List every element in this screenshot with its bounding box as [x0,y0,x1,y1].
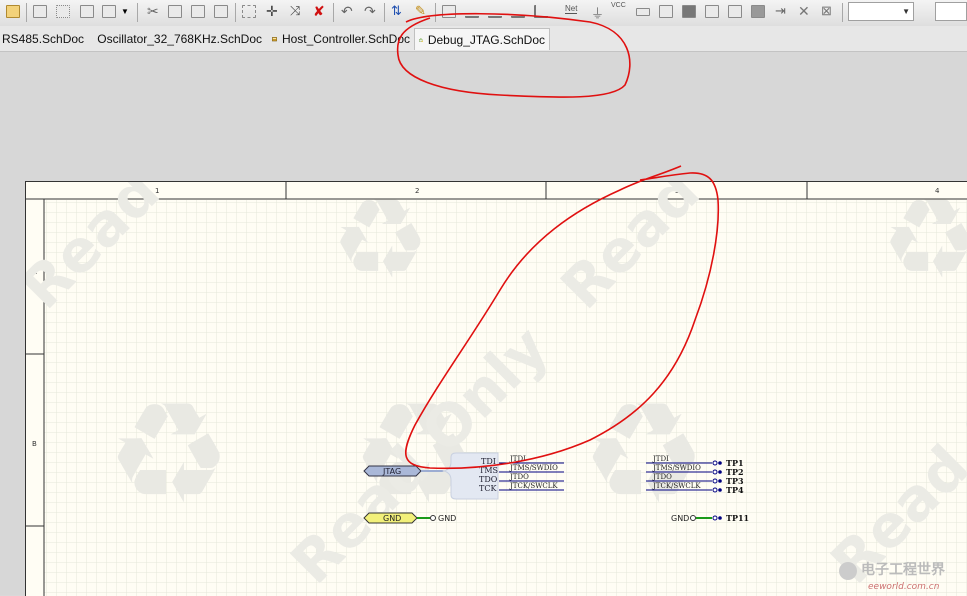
recycle-icon: ♻ [331,182,430,303]
zoom-select-icon[interactable] [78,3,96,20]
net-label: JTDO [509,473,529,481]
schematic-doc-icon [272,33,277,45]
testpoint-dot-icon [718,488,722,492]
paste-array-icon[interactable] [212,3,230,20]
net-label: JTCK/SWCLK [509,482,558,490]
toolbar-separator [333,3,334,22]
harness-pin: TDI [481,457,496,466]
toolbar-separator [235,3,236,22]
net-label: JTMS/SWDIO [652,464,701,472]
testpoint-pad-icon[interactable] [713,516,717,520]
testpoint-dot-icon [718,461,722,465]
net-label: JTDI [509,455,526,463]
tab-label: Debug_JTAG.SchDoc [428,33,545,47]
schematic-doc-icon [419,34,423,46]
power-port-icon[interactable] [691,516,696,521]
net-label-text: Net [565,4,577,14]
testpoint-pad-icon[interactable] [713,461,717,465]
place-signal-harness-icon[interactable] [509,3,527,20]
toolbar: ▼ ✂ ✛ ⤨ ✘ ↶ ↷ ⇅ ✎ Net ⏚ VCC ⇥ ✕ ⊠ ▼ [0,0,967,27]
testpoint-dot-icon [718,479,722,483]
place-bus-entry-icon[interactable] [486,3,504,20]
tab-label: Oscillator_32_768KHz.SchDoc [97,32,262,46]
cut-icon[interactable]: ✂ [144,3,162,20]
move-selection-icon[interactable]: ⤨ [287,3,305,20]
zoom-combo-box[interactable]: ▼ [848,2,914,21]
toolbar-separator [435,3,436,22]
power-port-icon[interactable] [431,516,436,521]
place-ground-icon[interactable]: ⏚ [587,3,605,20]
net-label: JTMS/SWDIO [509,464,558,472]
testpoint-pad-icon[interactable] [713,488,717,492]
tab-oscillator[interactable]: Oscillator_32_768KHz.SchDoc [88,28,266,50]
hierarchy-updown-icon[interactable]: ⇅ [389,3,407,20]
document-tab-bar: RS485.SchDoc Oscillator_32_768KHz.SchDoc… [0,26,967,52]
place-vcc-button[interactable]: VCC [610,3,630,20]
recycle-icon: ♻ [581,373,707,536]
testpoint-dot-icon [718,470,722,474]
place-off-sheet-icon[interactable]: ⇥ [772,3,790,20]
place-harness-connector-icon[interactable] [726,3,744,20]
place-no-erc-icon[interactable]: ✕ [795,3,813,20]
place-bus-icon[interactable] [463,3,481,20]
harness-pin: TMS [479,466,498,475]
chevron-down-icon[interactable]: ▼ [119,3,129,20]
testpoint-label: TP11 [726,513,749,523]
copy-icon[interactable] [166,3,184,20]
place-sheet-symbol-icon[interactable] [657,3,675,20]
net-label: JTDO [652,473,672,481]
place-device-sheet-icon[interactable] [703,3,721,20]
net-label: JTDI [652,455,669,463]
testpoint-dot-icon [718,516,722,520]
clear-selection-icon[interactable]: ✘ [310,3,328,20]
place-net-label-button[interactable]: Net [563,3,585,20]
toolbar-separator [137,3,138,22]
toolbar-separator [842,3,843,22]
move-icon[interactable]: ✛ [263,3,281,20]
place-part-icon[interactable] [634,3,652,20]
cross-probe-icon[interactable]: ✎ [412,3,430,20]
port-gnd-label: GND [383,514,401,523]
testpoint-label: TP4 [726,485,744,495]
schematic-sheet[interactable]: 1 2 3 4 A B ♻ ♻ ♻ ♻ ♻ Read Only Read Onl… [25,181,967,596]
tab-rs485[interactable]: RS485.SchDoc [0,28,86,50]
paste-icon[interactable] [189,3,207,20]
undo-icon[interactable]: ↶ [338,3,356,20]
logo-mark-icon [839,562,857,580]
testpoint-pad-icon[interactable] [713,479,717,483]
place-sheet-entry-icon[interactable] [680,3,698,20]
zoom-area-icon[interactable] [54,3,72,20]
tab-label: RS485.SchDoc [2,32,84,46]
gnd-symbol-label: GND [438,514,456,523]
tab-label: Host_Controller.SchDoc [282,32,410,46]
place-compile-mask-icon[interactable]: ⊠ [818,3,836,20]
sheet-drawing: 1 2 3 4 A B ♻ ♻ ♻ ♻ ♻ Read Only Read Onl… [26,182,967,596]
zoom-fit-icon[interactable] [31,3,49,20]
select-rectangle-icon[interactable] [240,3,258,20]
chevron-down-icon[interactable]: ▼ [902,7,910,16]
place-harness-entry-icon[interactable] [532,3,550,20]
recycle-icon: ♻ [106,373,232,536]
logo-subtext: eeworld.com.cn [868,582,940,592]
logo-text: 电子工程世界 [861,561,946,578]
harness-pin: TDO [479,475,498,484]
select-filter-icon[interactable] [100,3,118,20]
testpoint-pad-icon[interactable] [713,470,717,474]
filter-input[interactable] [935,2,967,21]
tab-host-controller[interactable]: Host_Controller.SchDoc [268,28,414,50]
zone-row-label: B [32,440,37,448]
place-wire-icon[interactable] [440,3,458,20]
toolbar-separator [384,3,385,22]
harness-pin: TCK [479,484,497,493]
net-label: JTCK/SWCLK [652,482,701,490]
recycle-icon: ♻ [881,182,967,303]
tab-debug-jtag[interactable]: Debug_JTAG.SchDoc [414,28,550,50]
redo-icon[interactable]: ↷ [361,3,379,20]
gnd-power-label: GND [671,514,689,523]
vcc-label-text: VCC [611,2,626,9]
port-jtag-label: JTAG [382,467,401,476]
toolbar-separator [26,3,27,22]
place-port-icon[interactable] [749,3,767,20]
open-document-icon[interactable] [4,3,22,20]
